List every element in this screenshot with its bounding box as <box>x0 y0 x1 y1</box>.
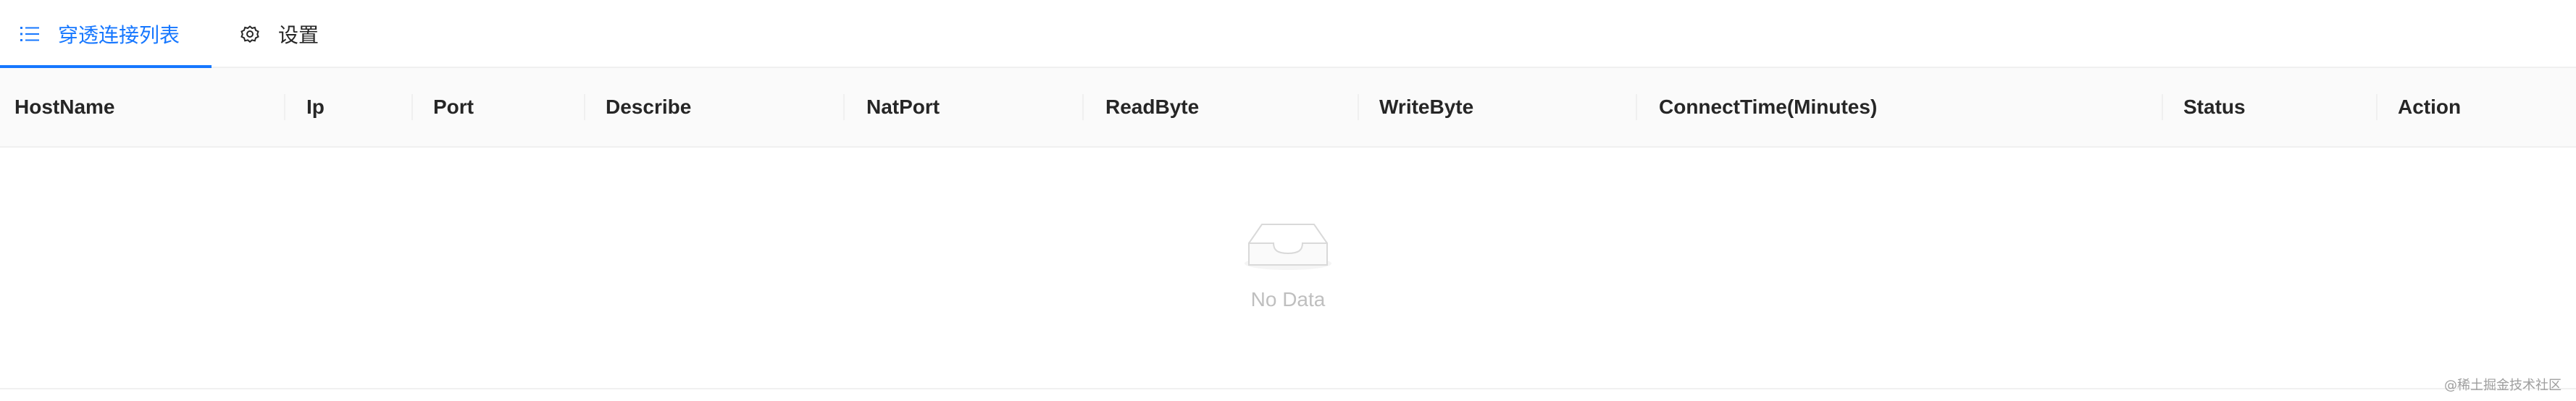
column-header-status: Status <box>2183 96 2246 118</box>
table-header: HostName Ip Port Describe NatPort ReadBy… <box>0 68 2576 148</box>
table-body: No Data <box>0 148 2576 389</box>
gear-icon <box>239 23 261 45</box>
unordered-list-icon <box>19 23 41 45</box>
empty-state-text: No Data <box>1250 288 1326 311</box>
column-header-writebyte: WriteByte <box>1379 96 1474 118</box>
tab-settings[interactable]: 设置 <box>239 0 319 68</box>
column-divider <box>2376 94 2378 120</box>
empty-inbox-icon <box>1245 224 1331 270</box>
column-divider <box>1358 94 1359 120</box>
watermark: @稀土掘金技术社区 <box>2444 378 2562 393</box>
column-divider <box>843 94 845 120</box>
column-header-readbyte: ReadByte <box>1105 96 1200 118</box>
column-divider <box>284 94 285 120</box>
empty-state: No Data <box>0 214 2576 311</box>
column-header-port: Port <box>433 96 474 118</box>
column-divider <box>411 94 413 120</box>
column-header-connecttime: ConnectTime(Minutes) <box>1659 96 1878 118</box>
column-divider <box>1082 94 1084 120</box>
column-header-ip: Ip <box>306 96 325 118</box>
tab-label: 穿透连接列表 <box>58 24 180 46</box>
tab-connection-list[interactable]: 穿透连接列表 <box>19 0 180 68</box>
column-header-action: Action <box>2398 96 2462 118</box>
column-header-describe: Describe <box>606 96 692 118</box>
connection-table: HostName Ip Port Describe NatPort ReadBy… <box>0 68 2576 389</box>
tab-bar: 穿透连接列表 设置 <box>0 0 2576 68</box>
column-header-natport: NatPort <box>866 96 940 118</box>
column-divider <box>584 94 585 120</box>
column-header-hostname: HostName <box>14 96 115 118</box>
tab-label: 设置 <box>278 24 319 46</box>
column-divider <box>1636 94 1637 120</box>
column-divider <box>2162 94 2163 120</box>
